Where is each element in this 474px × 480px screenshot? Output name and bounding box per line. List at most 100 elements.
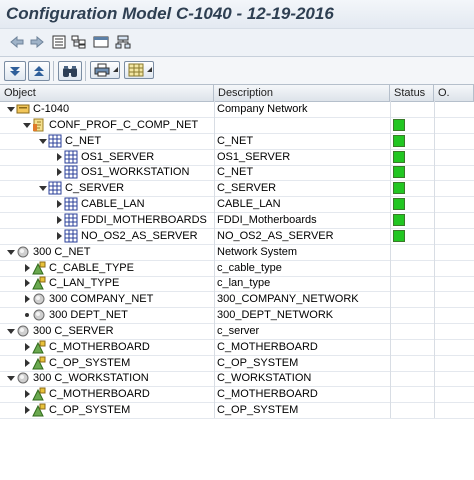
- expanded-arrow-icon[interactable]: [6, 244, 16, 260]
- description-cell: FDDI_Motherboards: [217, 213, 317, 226]
- column-header-status[interactable]: Status: [390, 85, 434, 101]
- tree-row[interactable]: C_MOTHERBOARD C_MOTHERBOARD: [0, 339, 474, 356]
- back-arrow-icon[interactable]: [8, 33, 26, 51]
- description-cell: Company Network: [217, 103, 308, 115]
- tree-node-label[interactable]: C_OP_SYSTEM: [49, 357, 130, 369]
- tree-node-label[interactable]: C_CABLE_TYPE: [49, 262, 134, 274]
- printer-icon: [94, 63, 110, 77]
- expanded-arrow-icon[interactable]: [38, 180, 48, 196]
- application-toolbar: [0, 28, 474, 57]
- collapsed-arrow-icon[interactable]: [54, 149, 64, 165]
- collapsed-arrow-icon[interactable]: [22, 260, 32, 276]
- toolbar-separator: [85, 61, 86, 81]
- tree-row[interactable]: NO_OS2_AS_SERVER NO_OS2_AS_SERVER: [0, 228, 474, 245]
- description-cell: c_cable_type: [217, 261, 282, 274]
- expanded-arrow-icon[interactable]: [6, 323, 16, 339]
- expanded-arrow-icon[interactable]: [22, 117, 32, 133]
- tree-node-label[interactable]: OS1_WORKSTATION: [81, 166, 189, 178]
- expand-all-button[interactable]: [4, 61, 26, 81]
- tree-node-label[interactable]: C_MOTHERBOARD: [49, 388, 150, 400]
- description-cell: C_NET: [217, 134, 254, 147]
- structure-icon[interactable]: [114, 33, 132, 51]
- tree-node: CONF_PROF_C_COMP_NET: [22, 117, 198, 133]
- hierarchy-icon[interactable]: [70, 33, 88, 51]
- tree-node-label[interactable]: CABLE_LAN: [81, 198, 145, 210]
- tree-node: C_OP_SYSTEM: [22, 355, 130, 371]
- tree-row[interactable]: C_OP_SYSTEM C_OP_SYSTEM: [0, 402, 474, 420]
- tree-row[interactable]: CABLE_LAN CABLE_LAN: [0, 196, 474, 214]
- tree-node-label[interactable]: CONF_PROF_C_COMP_NET: [49, 119, 198, 131]
- tree-node: 300 C_NET: [6, 244, 90, 260]
- tree-node-label[interactable]: C-1040: [33, 103, 69, 115]
- collapsed-arrow-icon[interactable]: [22, 339, 32, 355]
- column-header-other[interactable]: O.: [434, 85, 474, 101]
- tree-node-label[interactable]: C_NET: [65, 135, 101, 147]
- tree-node-label[interactable]: C_SERVER: [65, 182, 124, 194]
- forward-arrow-icon[interactable]: [28, 33, 46, 51]
- tree-node-label[interactable]: OS1_SERVER: [81, 151, 154, 163]
- display-list-icon[interactable]: [50, 33, 68, 51]
- window-title: Configuration Model C-1040 - 12-19-2016: [6, 4, 334, 23]
- tree-row[interactable]: 300 COMPANY_NET 300_COMPANY_NETWORK: [0, 291, 474, 309]
- status-green-icon: [393, 198, 405, 211]
- tree-row[interactable]: C_CABLE_TYPE c_cable_type: [0, 260, 474, 277]
- column-header-object[interactable]: Object: [0, 85, 214, 101]
- tree-row[interactable]: 300 DEPT_NET 300_DEPT_NETWORK: [0, 307, 474, 325]
- tree-node-label[interactable]: 300 COMPANY_NET: [49, 293, 153, 305]
- print-button[interactable]: [90, 61, 120, 79]
- collapsed-arrow-icon[interactable]: [22, 275, 32, 291]
- tree-row[interactable]: C_NET C_NET: [0, 133, 474, 150]
- characteristic-icon: [32, 339, 46, 355]
- collapsed-arrow-icon[interactable]: [22, 291, 32, 307]
- tree-row[interactable]: CONF_PROF_C_COMP_NET: [0, 117, 474, 134]
- tree-row[interactable]: OS1_WORKSTATION C_NET: [0, 164, 474, 182]
- class-icon: [64, 196, 78, 212]
- window-layout-icon[interactable]: [92, 33, 110, 51]
- collapsed-arrow-icon[interactable]: [54, 164, 64, 180]
- expanded-arrow-icon[interactable]: [38, 133, 48, 149]
- collapsed-arrow-icon[interactable]: [54, 196, 64, 212]
- class-icon: [48, 180, 62, 196]
- tree-row[interactable]: OS1_SERVER OS1_SERVER: [0, 149, 474, 166]
- tree-node-label[interactable]: C_LAN_TYPE: [49, 277, 119, 289]
- collapsed-arrow-icon[interactable]: [54, 212, 64, 228]
- column-header: Object Description Status O.: [0, 84, 474, 102]
- collapsed-arrow-icon[interactable]: [22, 402, 32, 418]
- collapsed-arrow-icon[interactable]: [54, 228, 64, 244]
- tree-row[interactable]: FDDI_MOTHERBOARDS FDDI_Motherboards: [0, 212, 474, 229]
- tree-node-label[interactable]: NO_OS2_AS_SERVER: [81, 230, 198, 242]
- tree-row[interactable]: C_MOTHERBOARD C_MOTHERBOARD: [0, 386, 474, 404]
- tree-row[interactable]: C_OP_SYSTEM C_OP_SYSTEM: [0, 355, 474, 372]
- leaf-bullet-icon[interactable]: [22, 307, 32, 323]
- tree-row[interactable]: 300 C_SERVER c_server: [0, 323, 474, 340]
- tree-node-label[interactable]: 300 C_SERVER: [33, 325, 114, 337]
- status-green-icon: [393, 213, 405, 226]
- find-button[interactable]: [58, 61, 82, 81]
- tree-node-label[interactable]: 300 C_NET: [33, 246, 90, 258]
- collapsed-arrow-icon[interactable]: [22, 386, 32, 402]
- expanded-arrow-icon[interactable]: [6, 370, 16, 386]
- collapse-all-button[interactable]: [28, 61, 50, 81]
- tree-node: FDDI_MOTHERBOARDS: [54, 212, 207, 228]
- collapsed-arrow-icon[interactable]: [22, 355, 32, 371]
- tree-row[interactable]: C_LAN_TYPE c_lan_type: [0, 275, 474, 293]
- tree-row[interactable]: C_SERVER C_SERVER: [0, 180, 474, 198]
- tree-node-label[interactable]: C_OP_SYSTEM: [49, 404, 130, 416]
- description-cell: C_OP_SYSTEM: [217, 404, 299, 417]
- tree-node-label[interactable]: C_MOTHERBOARD: [49, 341, 150, 353]
- expanded-arrow-icon[interactable]: [6, 101, 16, 117]
- tree-row[interactable]: C-1040 Company Network: [0, 101, 474, 118]
- class-icon: [64, 164, 78, 180]
- dropdown-arrow-icon: [147, 67, 152, 72]
- tree-node: 300 DEPT_NET: [22, 307, 128, 323]
- layout-button[interactable]: [124, 61, 154, 79]
- tree-node-label[interactable]: 300 DEPT_NET: [49, 309, 128, 321]
- tree-node-label[interactable]: 300 C_WORKSTATION: [33, 372, 149, 384]
- class-icon: [64, 149, 78, 165]
- characteristic-icon: [32, 386, 46, 402]
- status-green-icon: [393, 166, 405, 179]
- tree-row[interactable]: 300 C_NET Network System: [0, 244, 474, 261]
- column-header-description[interactable]: Description: [214, 85, 390, 101]
- tree-row[interactable]: 300 C_WORKSTATION C_WORKSTATION: [0, 370, 474, 388]
- tree-node-label[interactable]: FDDI_MOTHERBOARDS: [81, 214, 207, 226]
